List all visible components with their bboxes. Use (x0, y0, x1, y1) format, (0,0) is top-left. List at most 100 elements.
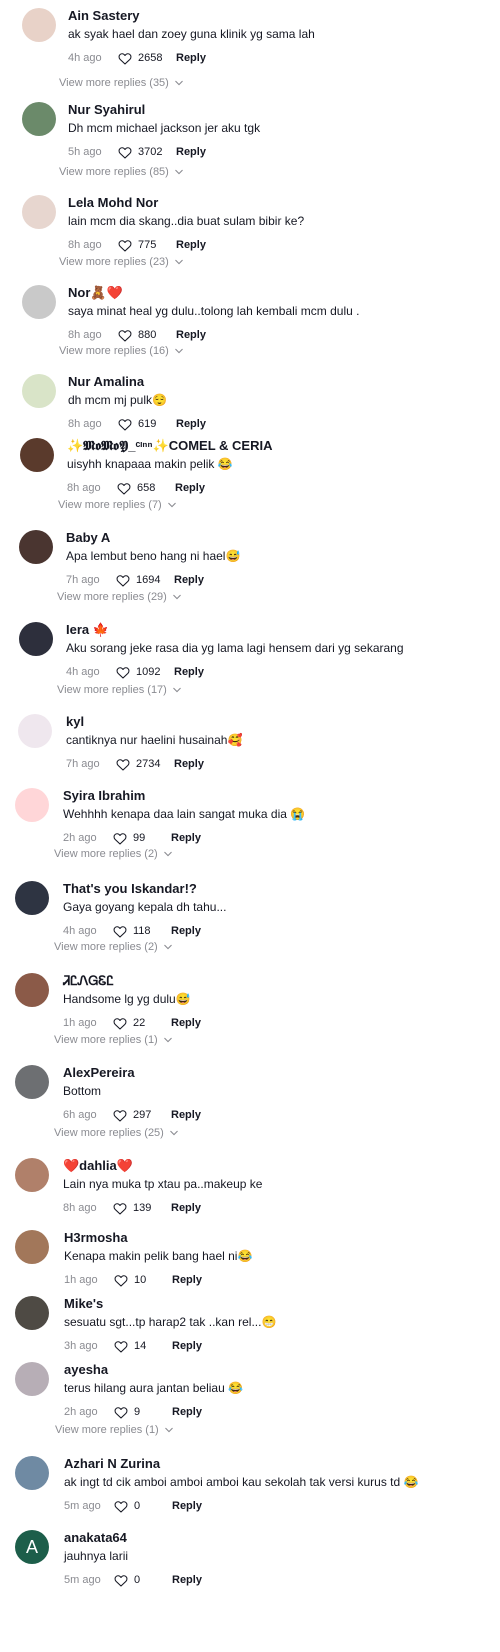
reply-button[interactable]: Reply (172, 1274, 202, 1286)
like-button[interactable]: 1092 (116, 666, 174, 679)
like-button[interactable]: 2658 (118, 52, 176, 65)
heart-icon[interactable] (118, 52, 138, 65)
heart-icon[interactable] (118, 146, 138, 159)
avatar[interactable] (22, 285, 56, 319)
reply-button[interactable]: Reply (172, 1574, 202, 1586)
view-more-replies-button[interactable]: View more replies (85) (59, 166, 183, 178)
like-button[interactable]: 880 (118, 329, 176, 342)
username[interactable]: Mike's (64, 1296, 103, 1311)
view-more-replies-button[interactable]: View more replies (35) (59, 77, 183, 89)
view-more-replies-button[interactable]: View more replies (17) (57, 684, 181, 696)
view-more-replies-button[interactable]: View more replies (25) (54, 1127, 178, 1139)
heart-icon[interactable] (117, 482, 137, 495)
heart-icon[interactable] (118, 418, 138, 431)
reply-button[interactable]: Reply (172, 1406, 202, 1418)
avatar[interactable] (18, 714, 52, 748)
avatar[interactable] (22, 195, 56, 229)
reply-button[interactable]: Reply (175, 482, 205, 494)
view-more-replies-button[interactable]: View more replies (2) (54, 941, 172, 953)
reply-button[interactable]: Reply (176, 239, 206, 251)
view-more-replies-button[interactable]: View more replies (2) (54, 848, 172, 860)
username[interactable]: ❤️dahlia❤️ (63, 1158, 133, 1174)
like-button[interactable]: 22 (113, 1017, 171, 1030)
reply-button[interactable]: Reply (172, 1340, 202, 1352)
like-button[interactable]: 139 (113, 1202, 171, 1215)
username[interactable]: Azhari N Zurina (64, 1456, 160, 1471)
reply-button[interactable]: Reply (176, 418, 206, 430)
username[interactable]: Lela Mohd Nor (68, 195, 158, 210)
username[interactable]: That's you Iskandar!? (63, 881, 197, 896)
reply-button[interactable]: Reply (171, 1017, 201, 1029)
heart-icon[interactable] (118, 329, 138, 342)
view-more-replies-button[interactable]: View more replies (1) (55, 1424, 173, 1436)
like-button[interactable]: 775 (118, 239, 176, 252)
username[interactable]: Nor🧸❤️ (68, 285, 123, 301)
heart-icon[interactable] (113, 832, 133, 845)
username[interactable]: anakata64 (64, 1530, 127, 1545)
like-button[interactable]: 2734 (116, 758, 174, 771)
username[interactable]: ✨𝕸𝖔𝕸𝖔𝖄_ᶜᶦⁿⁿ✨COMEL & CERIA (67, 438, 272, 454)
reply-button[interactable]: Reply (171, 832, 201, 844)
like-button[interactable]: 14 (114, 1340, 172, 1353)
username[interactable]: Iera 🍁 (66, 622, 109, 638)
username[interactable]: AlexPereira (63, 1065, 135, 1080)
heart-icon[interactable] (114, 1406, 134, 1419)
reply-button[interactable]: Reply (171, 1109, 201, 1121)
username[interactable]: H3rmosha (64, 1230, 128, 1245)
username[interactable]: Ain Sastery (68, 8, 140, 23)
avatar[interactable] (19, 530, 53, 564)
username[interactable]: Nur Syahirul (68, 102, 145, 117)
reply-button[interactable]: Reply (174, 666, 204, 678)
reply-button[interactable]: Reply (176, 52, 206, 64)
heart-icon[interactable] (113, 1202, 133, 1215)
like-button[interactable]: 658 (117, 482, 175, 495)
like-button[interactable]: 10 (114, 1274, 172, 1287)
heart-icon[interactable] (116, 666, 136, 679)
view-more-replies-button[interactable]: View more replies (16) (59, 345, 183, 357)
avatar[interactable] (22, 8, 56, 42)
like-button[interactable]: 3702 (118, 146, 176, 159)
avatar[interactable] (15, 1296, 49, 1330)
reply-button[interactable]: Reply (176, 329, 206, 341)
avatar[interactable] (22, 374, 56, 408)
reply-button[interactable]: Reply (174, 758, 204, 770)
heart-icon[interactable] (116, 758, 136, 771)
reply-button[interactable]: Reply (174, 574, 204, 586)
avatar[interactable] (15, 881, 49, 915)
heart-icon[interactable] (114, 1574, 134, 1587)
avatar[interactable] (15, 1065, 49, 1099)
heart-icon[interactable] (113, 1017, 133, 1030)
avatar[interactable] (15, 1362, 49, 1396)
avatar[interactable] (15, 1230, 49, 1264)
heart-icon[interactable] (116, 574, 136, 587)
like-button[interactable]: 118 (113, 925, 171, 938)
reply-button[interactable]: Reply (171, 1202, 201, 1214)
reply-button[interactable]: Reply (171, 925, 201, 937)
heart-icon[interactable] (114, 1340, 134, 1353)
avatar[interactable] (22, 102, 56, 136)
like-button[interactable]: 297 (113, 1109, 171, 1122)
username[interactable]: Syira Ibrahim (63, 788, 145, 803)
like-button[interactable]: 9 (114, 1406, 172, 1419)
heart-icon[interactable] (118, 239, 138, 252)
username[interactable]: Baby A (66, 530, 110, 545)
avatar[interactable] (15, 973, 49, 1007)
username[interactable]: Nur Amalina (68, 374, 144, 389)
avatar[interactable]: A (15, 1530, 49, 1564)
heart-icon[interactable] (113, 925, 133, 938)
like-button[interactable]: 619 (118, 418, 176, 431)
view-more-replies-button[interactable]: View more replies (23) (59, 256, 183, 268)
view-more-replies-button[interactable]: View more replies (1) (54, 1034, 172, 1046)
avatar[interactable] (20, 438, 54, 472)
reply-button[interactable]: Reply (176, 146, 206, 158)
like-button[interactable]: 0 (114, 1574, 172, 1587)
like-button[interactable]: 0 (114, 1500, 172, 1513)
heart-icon[interactable] (114, 1500, 134, 1513)
view-more-replies-button[interactable]: View more replies (29) (57, 591, 181, 603)
avatar[interactable] (19, 622, 53, 656)
username[interactable]: kyl (66, 714, 84, 729)
username[interactable]: ayesha (64, 1362, 108, 1377)
heart-icon[interactable] (114, 1274, 134, 1287)
view-more-replies-button[interactable]: View more replies (7) (58, 499, 176, 511)
like-button[interactable]: 1694 (116, 574, 174, 587)
